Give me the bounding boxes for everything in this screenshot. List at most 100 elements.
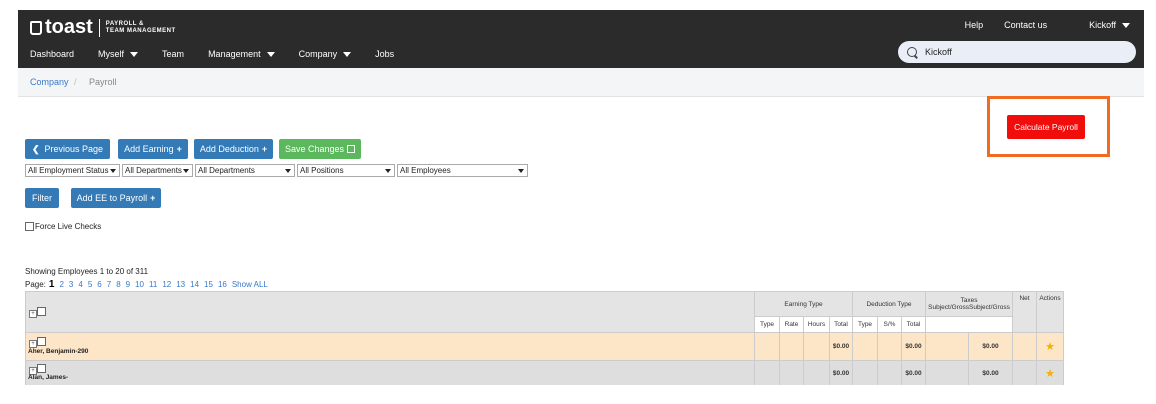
plus-icon: + (176, 144, 182, 154)
page-link[interactable]: 5 (88, 280, 92, 289)
cell (877, 332, 901, 360)
cell (754, 360, 779, 385)
breadcrumb-company[interactable]: Company (30, 77, 69, 87)
chevron-down-icon (1122, 23, 1130, 29)
deduction-total-cell: $0.00 (901, 332, 925, 360)
add-earning-button[interactable]: Add Earning + (118, 139, 188, 159)
toast-logo-icon (30, 20, 42, 35)
nav-label: Management (208, 49, 261, 59)
help-link[interactable]: Help (965, 20, 984, 30)
nav-myself[interactable]: Myself (98, 49, 139, 59)
showing-employees-text: Showing Employees 1 to 20 of 311 (25, 267, 149, 276)
page-link[interactable]: 4 (78, 280, 82, 289)
cell (803, 332, 829, 360)
nav-management[interactable]: Management (208, 49, 275, 59)
star-icon[interactable]: ★ (1045, 367, 1055, 380)
page-link[interactable]: 6 (97, 280, 101, 289)
show-all-link[interactable]: Show ALL (232, 280, 268, 289)
tax-cell: $0.00 (968, 332, 1012, 360)
chevron-down-icon (343, 51, 352, 57)
star-icon[interactable]: ★ (1045, 340, 1055, 353)
employee-select[interactable]: All Employees (397, 164, 528, 177)
position-select[interactable]: All Positions (297, 164, 395, 177)
save-changes-button[interactable]: Save Changes (279, 139, 361, 159)
contact-link[interactable]: Contact us (1004, 20, 1047, 30)
page-link[interactable]: 15 (204, 280, 213, 289)
page-link[interactable]: 14 (190, 280, 199, 289)
button-label: Add Deduction (199, 144, 259, 154)
force-live-checks-checkbox[interactable] (25, 222, 34, 231)
header-select-cell (26, 292, 754, 332)
chevron-down-icon (110, 169, 116, 173)
page-link[interactable]: 3 (69, 280, 73, 289)
department-select[interactable]: All Departments (122, 164, 193, 177)
nav-team[interactable]: Team (162, 49, 184, 59)
nav-dashboard[interactable]: Dashboard (30, 49, 74, 59)
payroll-table: + Earning Type Deduction Type Taxes Subj… (25, 291, 1064, 385)
actions-header: Actions (1036, 292, 1063, 332)
nav-label: Jobs (375, 49, 395, 59)
chevron-down-icon (130, 51, 139, 57)
department-select-2[interactable]: All Departments (195, 164, 295, 177)
cell (803, 360, 829, 385)
cell (852, 360, 877, 385)
calculate-payroll-button[interactable]: Calculate Payroll (1007, 115, 1085, 139)
employment-status-select[interactable]: All Employment Status (25, 164, 120, 177)
search-input[interactable]: Kickoff (898, 41, 1136, 63)
page-link[interactable]: 2 (59, 280, 63, 289)
previous-page-button[interactable]: ❮ Previous Page (25, 139, 110, 159)
page-link[interactable]: 7 (107, 280, 111, 289)
row-checkbox[interactable] (37, 364, 46, 373)
page-link[interactable]: 12 (162, 280, 171, 289)
page-link[interactable]: 16 (218, 280, 227, 289)
header-sublabel: Subject/GrossSubject/Gross (928, 304, 1010, 311)
col-hours: Hours (803, 316, 829, 332)
brand-subtitle-line2: TEAM MANAGEMENT (105, 27, 176, 34)
table-row[interactable] (26, 332, 754, 360)
plus-icon: + (150, 193, 156, 203)
row-checkbox[interactable] (37, 337, 46, 346)
employee-name: Aher, Benjamin-290 (28, 348, 89, 355)
tax-cell: $0.00 (968, 360, 1012, 385)
button-label: Previous Page (44, 144, 104, 154)
expand-all-icon[interactable]: + (29, 310, 37, 318)
page-link[interactable]: 9 (126, 280, 130, 289)
filter-button[interactable]: Filter (25, 188, 59, 208)
cell (925, 332, 968, 360)
col-deduction-type: Type (852, 316, 877, 332)
force-live-checks-label: Force Live Checks (35, 222, 102, 231)
deduction-total-cell: $0.00 (901, 360, 925, 385)
add-ee-button[interactable]: Add EE to Payroll + (71, 188, 161, 208)
col-s-pct: S/% (877, 316, 901, 332)
earning-total-cell: $0.00 (829, 332, 852, 360)
button-label: Add EE to Payroll (76, 193, 148, 203)
plus-icon: + (261, 144, 268, 154)
page-link[interactable]: 11 (149, 280, 157, 289)
nav-jobs[interactable]: Jobs (375, 49, 394, 59)
page-link[interactable]: 13 (176, 280, 185, 289)
nav-company[interactable]: Company (299, 49, 352, 59)
col-earning-total: Total (829, 316, 852, 332)
col-rate: Rate (779, 316, 803, 332)
actions-cell: ★ (1036, 360, 1063, 385)
select-value: All Departments (125, 166, 182, 175)
page-link[interactable]: 8 (116, 280, 120, 289)
expand-row-icon[interactable]: + (29, 340, 37, 348)
toast-logo[interactable]: toast PAYROLL & TEAM MANAGEMENT (30, 16, 176, 39)
add-deduction-button[interactable]: Add Deduction + (194, 139, 273, 159)
table-row[interactable] (26, 360, 754, 385)
breadcrumb: Company / Payroll (18, 68, 1144, 97)
earning-type-header: Earning Type (754, 292, 852, 316)
header-label: Deduction Type (866, 300, 912, 308)
account-menu[interactable]: Kickoff (1068, 20, 1130, 30)
deduction-type-header: Deduction Type (852, 292, 925, 316)
save-icon (347, 145, 356, 153)
account-name: Kickoff (1089, 20, 1116, 30)
search-value[interactable]: Kickoff (925, 47, 952, 57)
main-nav: Dashboard Myself Team Management Company… (30, 49, 418, 59)
select-all-checkbox[interactable] (37, 307, 46, 316)
nav-label: Team (162, 49, 185, 59)
select-value: All Positions (300, 166, 344, 175)
top-navbar: toast PAYROLL & TEAM MANAGEMENT Help Con… (18, 10, 1144, 68)
page-link[interactable]: 10 (135, 280, 144, 289)
